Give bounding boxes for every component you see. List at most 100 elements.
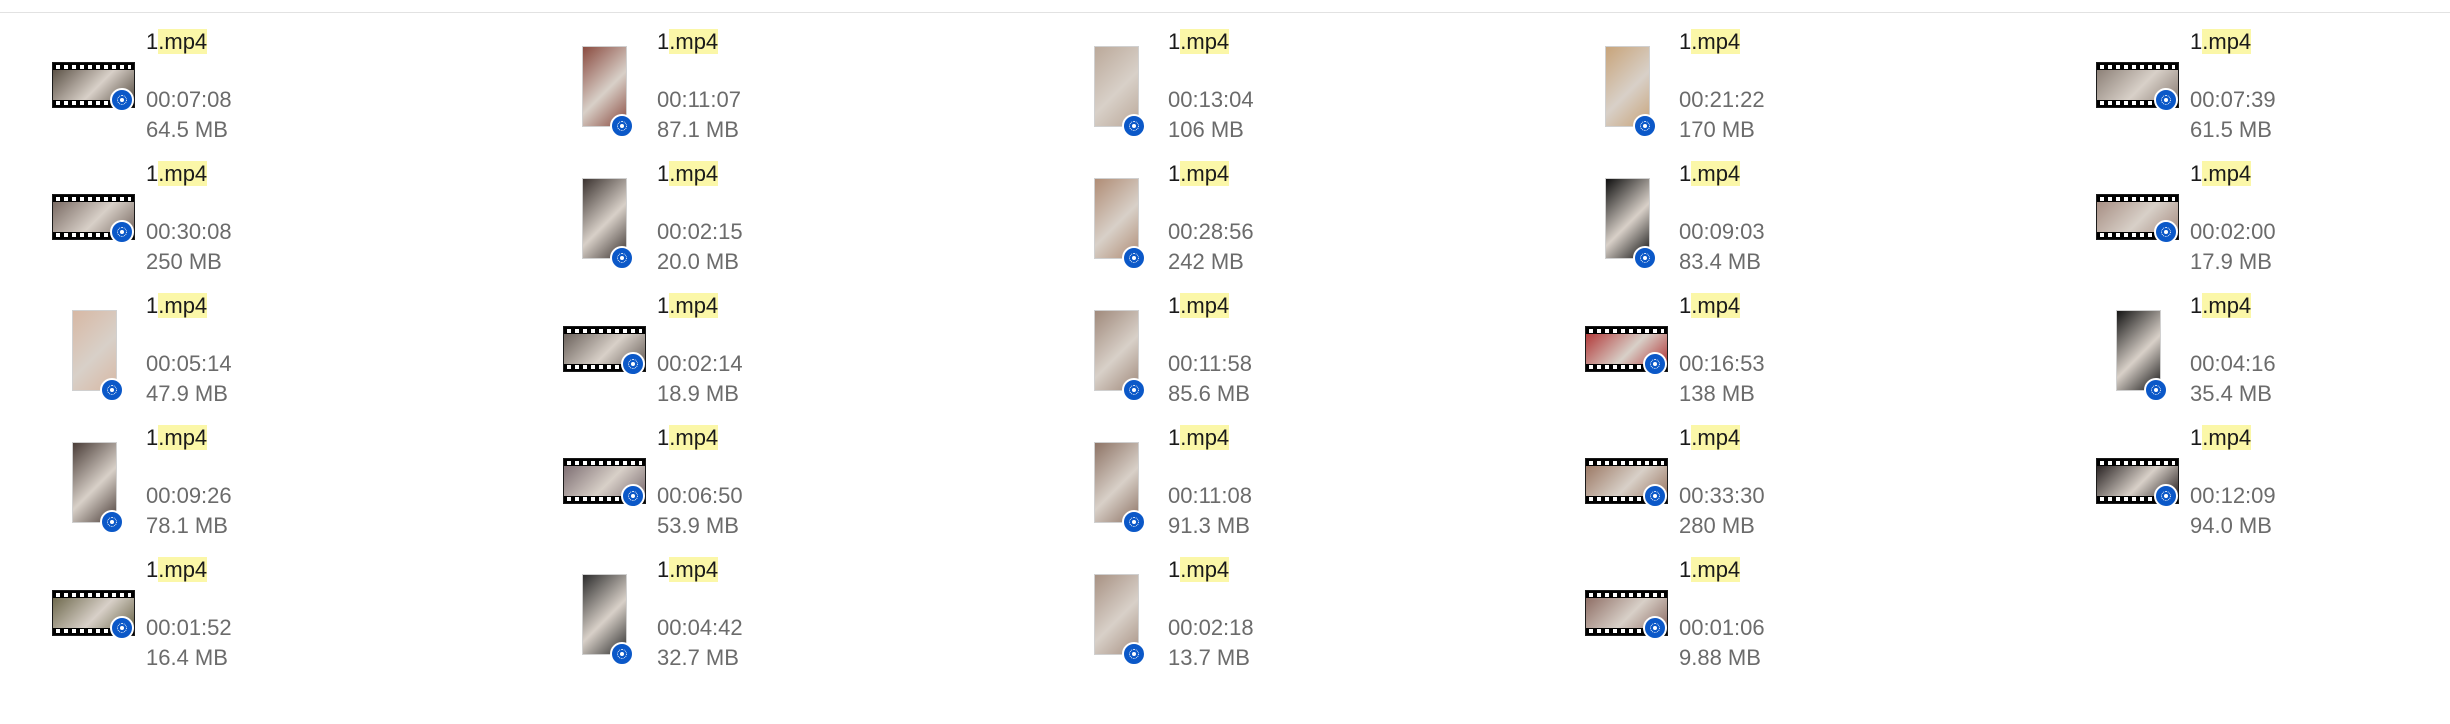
file-name-highlight: .mp4	[1691, 425, 1741, 450]
file-name-prefix: 1	[657, 161, 670, 186]
file-item[interactable]: 1.mp4 00:07:39 61.5 MB	[2044, 24, 2450, 156]
file-name-highlight: .mp4	[669, 161, 719, 186]
file-item[interactable]: 1.mp4 00:33:30 280 MB	[1533, 420, 2044, 552]
file-name: 1.mp4	[2190, 424, 2252, 452]
file-duration: 00:04:42	[657, 615, 743, 640]
file-duration: 00:07:08	[146, 87, 232, 112]
file-name: 1.mp4	[657, 28, 719, 56]
file-name-highlight: .mp4	[158, 425, 208, 450]
file-item[interactable]: 1.mp4 00:01:06 9.88 MB	[1533, 552, 2044, 684]
file-size: 91.3 MB	[1168, 513, 1250, 538]
video-player-badge-icon	[1122, 378, 1146, 402]
file-item[interactable]: 1.mp4 00:02:14 18.9 MB	[511, 288, 1022, 420]
file-item[interactable]: 1.mp4 00:07:08 64.5 MB	[0, 24, 511, 156]
file-name: 1.mp4	[1168, 28, 1230, 56]
file-name-highlight: .mp4	[2202, 293, 2252, 318]
file-item[interactable]: 1.mp4 00:02:15 20.0 MB	[511, 156, 1022, 288]
video-player-badge-icon	[1633, 114, 1657, 138]
file-name: 1.mp4	[1679, 28, 1741, 56]
file-item[interactable]: 1.mp4 00:01:52 16.4 MB	[0, 552, 511, 684]
video-player-badge-icon	[2154, 220, 2178, 244]
file-name: 1.mp4	[1168, 424, 1230, 452]
file-name: 1.mp4	[657, 292, 719, 320]
file-name: 1.mp4	[657, 556, 719, 584]
file-grid: 1.mp4 00:07:08 64.5 MB 1.mp4 00:11:07 87.1 MB…	[0, 24, 2450, 684]
file-name: 1.mp4	[1679, 424, 1741, 452]
file-item[interactable]: 1.mp4 00:13:04 106 MB	[1022, 24, 1533, 156]
video-player-badge-icon	[1643, 484, 1667, 508]
file-item[interactable]: 1.mp4 00:11:58 85.6 MB	[1022, 288, 1533, 420]
file-name-prefix: 1	[1679, 29, 1692, 54]
file-name-highlight: .mp4	[2202, 425, 2252, 450]
file-name-highlight: .mp4	[669, 557, 719, 582]
file-duration: 00:11:07	[657, 87, 742, 112]
file-name: 1.mp4	[2190, 292, 2252, 320]
file-duration: 00:05:14	[146, 351, 232, 376]
file-item[interactable]: 1.mp4 00:04:42 32.7 MB	[511, 552, 1022, 684]
file-item[interactable]: 1.mp4 00:02:00 17.9 MB	[2044, 156, 2450, 288]
file-size: 17.9 MB	[2190, 249, 2272, 274]
file-name-prefix: 1	[657, 29, 670, 54]
file-duration: 00:01:06	[1679, 615, 1765, 640]
file-item[interactable]: 1.mp4 00:28:56 242 MB	[1022, 156, 1533, 288]
file-item[interactable]: 1.mp4 00:11:08 91.3 MB	[1022, 420, 1533, 552]
file-size: 138 MB	[1679, 381, 1755, 406]
file-name: 1.mp4	[1679, 556, 1741, 584]
file-item[interactable]: 1.mp4 00:06:50 53.9 MB	[511, 420, 1022, 552]
file-size: 83.4 MB	[1679, 249, 1761, 274]
file-name-prefix: 1	[146, 29, 159, 54]
file-size: 170 MB	[1679, 117, 1755, 142]
file-name: 1.mp4	[146, 424, 208, 452]
file-item[interactable]: 1.mp4 00:12:09 94.0 MB	[2044, 420, 2450, 552]
file-size: 13.7 MB	[1168, 645, 1250, 670]
file-name-prefix: 1	[1168, 29, 1181, 54]
file-item[interactable]: 1.mp4 00:09:03 83.4 MB	[1533, 156, 2044, 288]
video-player-badge-icon	[1122, 246, 1146, 270]
file-name-highlight: .mp4	[1691, 557, 1741, 582]
file-name-prefix: 1	[1679, 293, 1692, 318]
file-size: 85.6 MB	[1168, 381, 1250, 406]
file-name-highlight: .mp4	[2202, 161, 2252, 186]
file-duration: 00:33:30	[1679, 483, 1765, 508]
file-size: 64.5 MB	[146, 117, 228, 142]
file-size: 280 MB	[1679, 513, 1755, 538]
file-name: 1.mp4	[146, 292, 208, 320]
file-size: 53.9 MB	[657, 513, 739, 538]
file-item[interactable]: 1.mp4 00:09:26 78.1 MB	[0, 420, 511, 552]
file-name-prefix: 1	[657, 425, 670, 450]
file-name-prefix: 1	[2190, 293, 2203, 318]
file-item[interactable]: 1.mp4 00:30:08 250 MB	[0, 156, 511, 288]
file-item[interactable]: 1.mp4 00:04:16 35.4 MB	[2044, 288, 2450, 420]
file-size: 250 MB	[146, 249, 222, 274]
file-item[interactable]: 1.mp4 00:02:18 13.7 MB	[1022, 552, 1533, 684]
file-size: 47.9 MB	[146, 381, 228, 406]
file-item[interactable]: 1.mp4 00:21:22 170 MB	[1533, 24, 2044, 156]
file-name-highlight: .mp4	[158, 29, 208, 54]
file-item[interactable]: 1.mp4 00:16:53 138 MB	[1533, 288, 2044, 420]
file-name-prefix: 1	[657, 293, 670, 318]
file-name-highlight: .mp4	[1691, 161, 1741, 186]
file-size: 87.1 MB	[657, 117, 739, 142]
video-player-badge-icon	[621, 352, 645, 376]
file-item[interactable]: 1.mp4 00:11:07 87.1 MB	[511, 24, 1022, 156]
file-duration: 00:28:56	[1168, 219, 1254, 244]
file-duration: 00:07:39	[2190, 87, 2276, 112]
file-size: 20.0 MB	[657, 249, 739, 274]
file-name-prefix: 1	[2190, 29, 2203, 54]
file-size: 242 MB	[1168, 249, 1244, 274]
file-duration: 00:09:26	[146, 483, 232, 508]
file-duration: 00:30:08	[146, 219, 232, 244]
file-name-prefix: 1	[1168, 161, 1181, 186]
file-size: 18.9 MB	[657, 381, 739, 406]
file-name-highlight: .mp4	[669, 29, 719, 54]
file-name-highlight: .mp4	[669, 425, 719, 450]
video-player-badge-icon	[1643, 352, 1667, 376]
file-name-prefix: 1	[1168, 425, 1181, 450]
file-name-highlight: .mp4	[1180, 425, 1230, 450]
file-name: 1.mp4	[1168, 160, 1230, 188]
file-name-prefix: 1	[2190, 425, 2203, 450]
file-name-prefix: 1	[146, 293, 159, 318]
file-name-prefix: 1	[1679, 557, 1692, 582]
file-name-prefix: 1	[1168, 557, 1181, 582]
file-item[interactable]: 1.mp4 00:05:14 47.9 MB	[0, 288, 511, 420]
